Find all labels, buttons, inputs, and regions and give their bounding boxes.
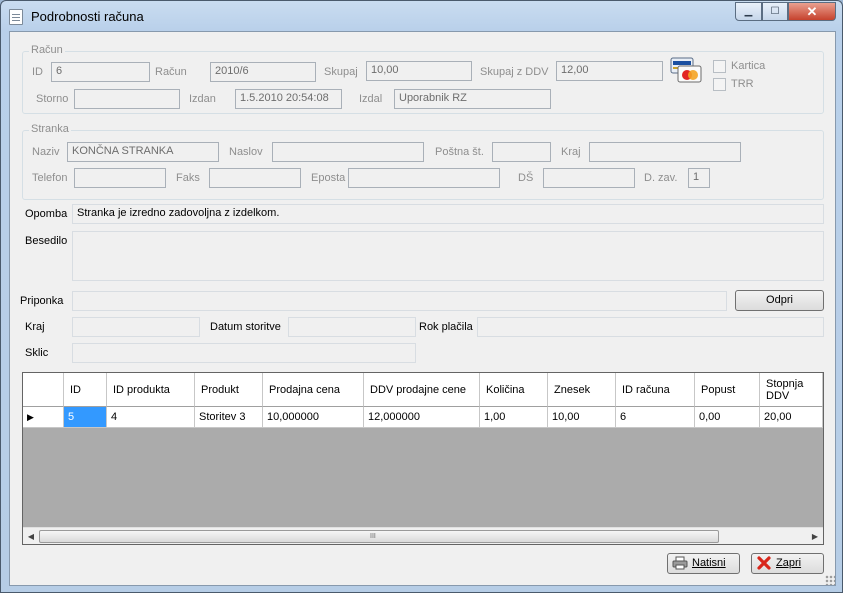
skupaj-field[interactable]: 10,00 — [366, 61, 472, 81]
column-header[interactable]: ID produkta — [107, 373, 195, 407]
datum-storitve-field[interactable] — [288, 317, 416, 337]
trr-checkbox[interactable] — [713, 78, 726, 91]
close-button-label: Zapri — [776, 557, 802, 569]
kartica-checkbox[interactable] — [713, 60, 726, 73]
table-cell[interactable]: 10,00 — [548, 407, 616, 428]
postna-field[interactable] — [492, 142, 551, 162]
column-header[interactable]: Količina — [480, 373, 548, 407]
izdan-field[interactable]: 1.5.2010 20:54:08 — [235, 89, 342, 109]
items-grid[interactable]: ID ID produkta Produkt Prodajna cena DDV… — [22, 372, 824, 545]
window-title: Podrobnosti računa — [31, 9, 144, 24]
naslov-field[interactable] — [272, 142, 424, 162]
ds-field[interactable] — [543, 168, 635, 188]
window: Podrobnosti računa ▁ ☐ ✕ Račun ID 6 Raču… — [0, 0, 843, 593]
table-cell[interactable]: 6 — [616, 407, 695, 428]
odpri-button[interactable]: Odpri — [735, 290, 824, 311]
resize-grip[interactable] — [825, 575, 835, 585]
kraj-stranka-field[interactable] — [589, 142, 741, 162]
rok-placila-label: Rok plačila — [419, 321, 473, 333]
kartica-label: Kartica — [731, 60, 766, 72]
racun-group-title: Račun — [29, 44, 65, 56]
racun-label: Račun — [155, 66, 187, 78]
column-header[interactable]: Prodajna cena — [263, 373, 364, 407]
table-cell[interactable]: 20,00 — [760, 407, 823, 428]
title-bar[interactable]: Podrobnosti računa ▁ ☐ ✕ — [1, 1, 843, 31]
table-cell[interactable]: 4 — [107, 407, 195, 428]
table-cell[interactable]: 0,00 — [695, 407, 760, 428]
skupaj-ddv-field[interactable]: 12,00 — [556, 61, 663, 81]
naslov-label: Naslov — [229, 146, 263, 158]
column-header[interactable]: DDV prodajne cene — [364, 373, 480, 407]
telefon-field[interactable] — [74, 168, 166, 188]
skupaj-label: Skupaj — [324, 66, 358, 78]
rok-placila-field[interactable] — [477, 317, 824, 337]
column-header[interactable]: Znesek — [548, 373, 616, 407]
scroll-grip: III — [370, 533, 376, 540]
skupaj-ddv-label: Skupaj z DDV — [480, 66, 549, 78]
telefon-label: Telefon — [32, 172, 68, 184]
dzav-label: D. zav. — [644, 172, 678, 184]
kraj-stranka-label: Kraj — [561, 146, 581, 158]
grid-header: ID ID produkta Produkt Prodajna cena DDV… — [23, 373, 823, 407]
scroll-left-icon[interactable]: ◀ — [24, 529, 38, 544]
column-header[interactable]: Popust — [695, 373, 760, 407]
document-icon — [9, 9, 23, 25]
izdal-field[interactable]: Uporabnik RZ — [394, 89, 551, 109]
naziv-field[interactable]: KONČNA STRANKA — [67, 142, 219, 162]
izdal-label: Izdal — [359, 93, 383, 105]
faks-label: Faks — [176, 172, 200, 184]
row-marker-icon[interactable]: ▶ — [23, 407, 64, 428]
close-window-button[interactable]: ✕ — [788, 2, 836, 21]
priponka-label: Priponka — [20, 295, 64, 307]
close-x-icon — [757, 556, 771, 570]
besedilo-label: Besedilo — [25, 235, 68, 247]
credit-card-icon — [670, 57, 702, 83]
kraj-label: Kraj — [25, 321, 45, 333]
column-header[interactable]: ID računa — [616, 373, 695, 407]
racun-field[interactable]: 2010/6 — [210, 62, 316, 82]
column-header[interactable]: Stopnja DDV — [760, 373, 823, 407]
scroll-thumb[interactable]: III — [39, 530, 719, 543]
opomba-label: Opomba — [25, 208, 68, 220]
table-cell[interactable]: 12,000000 — [364, 407, 480, 428]
column-header[interactable]: ID — [64, 373, 107, 407]
dialog-content: Račun ID 6 Račun 2010/6 Skupaj 10,00 Sku… — [9, 31, 836, 586]
print-button[interactable]: Natisni — [667, 553, 740, 574]
ds-label: DŠ — [518, 172, 534, 184]
sklic-label: Sklic — [25, 347, 49, 359]
minimize-button[interactable]: ▁ — [735, 2, 762, 21]
horizontal-scrollbar[interactable]: ◀ III ▶ — [23, 527, 823, 544]
maximize-button[interactable]: ☐ — [762, 2, 788, 21]
close-button[interactable]: Zapri — [751, 553, 824, 574]
faks-field[interactable] — [209, 168, 301, 188]
storno-label: Storno — [36, 93, 69, 105]
besedilo-field[interactable] — [72, 231, 824, 281]
stranka-group-title: Stranka — [29, 123, 71, 135]
column-header[interactable]: Produkt — [195, 373, 263, 407]
grid-corner — [23, 373, 64, 407]
print-button-label: Natisni — [692, 557, 726, 569]
stranka-group: Stranka — [22, 123, 824, 200]
scroll-right-icon[interactable]: ▶ — [808, 529, 822, 544]
trr-label: TRR — [731, 78, 754, 90]
table-cell[interactable]: 1,00 — [480, 407, 548, 428]
naziv-label: Naziv — [32, 146, 60, 158]
table-cell[interactable]: 10,000000 — [263, 407, 364, 428]
eposta-field[interactable] — [348, 168, 500, 188]
id-label: ID — [32, 66, 43, 78]
datum-storitve-label: Datum storitve — [210, 321, 281, 333]
id-field[interactable]: 6 — [51, 62, 150, 82]
table-cell[interactable]: 5 — [64, 407, 107, 428]
printer-icon — [672, 556, 688, 570]
kraj-field[interactable] — [72, 317, 200, 337]
eposta-label: Eposta — [311, 172, 346, 184]
table-cell[interactable]: Storitev 3 — [195, 407, 263, 428]
postna-label: Poštna št. — [435, 146, 484, 158]
priponka-field[interactable] — [72, 291, 727, 311]
opomba-field[interactable]: Stranka je izredno zadovoljna z izdelkom… — [72, 204, 824, 224]
dzav-field[interactable]: 1 — [688, 168, 710, 188]
storno-field[interactable] — [74, 89, 180, 109]
sklic-field[interactable] — [72, 343, 416, 363]
izdan-label: Izdan — [189, 93, 216, 105]
